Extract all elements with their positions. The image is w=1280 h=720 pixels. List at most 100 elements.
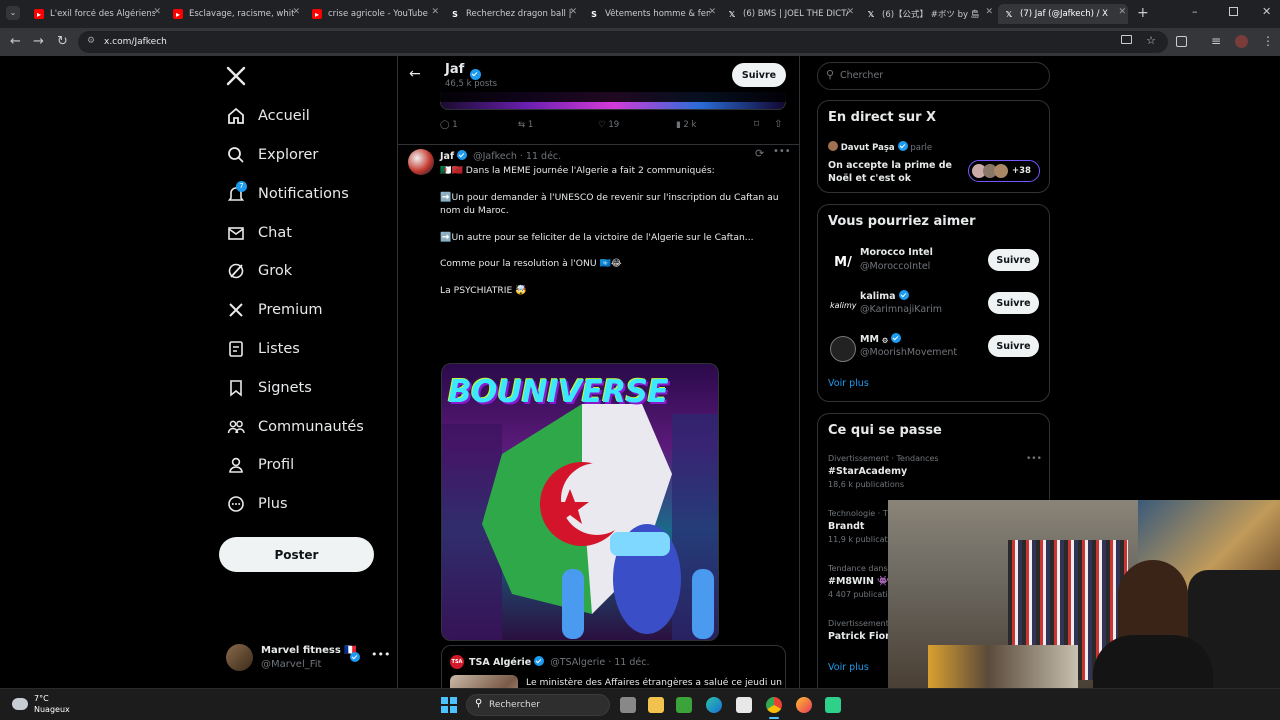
sidebar-item-signets[interactable]: Signets [227,374,312,402]
browser-tab[interactable]: S Recherchez dragon ball | ✕ [444,4,579,24]
trend-item[interactable]: Divertissement · Tendances #StarAcademy 18… [828,454,1023,502]
follow-label: Suivre [996,340,1031,352]
app-icon[interactable] [825,697,841,713]
suggestions-more-link[interactable]: Voir plus [828,378,869,389]
store-icon[interactable] [736,697,752,713]
close-tab-icon[interactable]: ✕ [431,7,439,17]
trend-meta: Divertissement · Tendances [828,454,939,463]
close-tab-icon[interactable]: ✕ [846,7,854,17]
browser-tab[interactable]: 𝕏 (7) Jaf (@Jafkech) / X ✕ [998,4,1128,24]
suggestion-row[interactable]: kalimy kalima @KarimnajiKarim Suivre [818,288,1049,324]
browser-tab[interactable]: 𝕏 (6) BMS | JOEL THE DICTA ✕ [721,4,856,24]
view-count: 2 k [683,120,697,130]
tweet-author-name[interactable]: Jaf [440,151,454,162]
star-icon[interactable]: ☆ [1146,34,1156,47]
browser-tab[interactable]: ▸ crise agricole - YouTube ✕ [306,4,441,24]
suggestion-handle: @MoroccoIntel [860,261,931,272]
site-info-icon[interactable]: ⚙ [87,36,95,46]
bell-icon: 7 [227,181,247,203]
reply-icon[interactable]: ◯ 1 [440,120,458,130]
suggestion-follow-button[interactable]: Suivre [988,292,1039,314]
sidebar-item-label: Explorer [258,147,319,163]
new-tab-button[interactable]: + [1137,5,1149,21]
suggestion-row[interactable]: MM ۞ @MoorishMovement Suivre [818,331,1049,367]
sidebar-item-grok[interactable]: Grok [227,257,292,285]
live-host[interactable]: Davut Paşa parle [828,141,932,153]
extensions-icon[interactable] [1176,36,1187,47]
sidebar-item-listes[interactable]: Listes [227,335,300,363]
sidebar-item-explorer[interactable]: Explorer [227,141,318,169]
bookmark-icon[interactable]: ⌑ [754,119,759,130]
close-tab-icon[interactable]: ✕ [1118,7,1126,17]
suggestion-row[interactable]: M/Morocco Intel @MoroccoIntel Suivre [818,245,1049,281]
close-tab-icon[interactable]: ✕ [292,7,300,17]
suggestion-follow-button[interactable]: Suivre [988,249,1039,271]
close-tab-icon[interactable]: ✕ [985,7,993,17]
media-icon[interactable]: ≡ [1211,34,1221,48]
file-explorer-icon[interactable] [648,697,664,713]
profile-avatar-icon[interactable] [1235,35,1248,48]
like-icon[interactable]: ♡ 19 [598,120,619,130]
reload-icon[interactable]: ↻ [57,34,68,49]
tweet-more-icon[interactable]: ••• [773,146,791,157]
address-bar[interactable]: ⚙ x.com/Jafkech ☆ [78,31,1168,53]
suggestion-name-wrap: MM ۞ [860,333,901,345]
browser-tab[interactable]: ▸ L'exil forcé des Algériens ✕ [28,4,163,24]
tweet-date[interactable]: · 11 déc. [520,151,561,162]
browser-tab[interactable]: S Vêtements homme & fem ✕ [583,4,718,24]
header-follow-button[interactable]: Suivre [732,63,786,87]
suggestion-name-wrap: Morocco Intel [860,247,933,258]
tweet-avatar[interactable] [408,149,434,175]
sidebar-item-chat[interactable]: Chat [227,219,292,247]
post-button[interactable]: Poster [219,537,374,572]
back-icon[interactable]: ← [10,34,21,49]
close-window-button[interactable]: ✕ [1262,5,1271,18]
browser-tab[interactable]: ▸ Esclavage, racisme, white ✕ [167,4,302,24]
chrome-icon[interactable] [766,697,782,713]
tweet-author-handle[interactable]: @Jafkech [473,151,517,162]
tab-list-dropdown[interactable]: ⌄ [6,6,20,20]
back-arrow-icon[interactable]: ← [409,66,421,82]
start-icon[interactable] [441,697,457,713]
live-text[interactable]: On accepte la prime de Noël et c'est ok [828,159,953,185]
close-tab-icon[interactable]: ✕ [153,7,161,17]
close-tab-icon[interactable]: ✕ [708,7,716,17]
search-box[interactable]: ⚲ Chercher [817,62,1050,90]
taskbar-search[interactable]: ⚲ Rechercher [466,694,610,716]
forward-icon[interactable]: → [33,34,44,49]
account-switcher[interactable]: Marvel fitness 🇫🇷 @Marvel_Fit ••• [226,642,390,674]
os-taskbar: 7°C Nuageux ⚲ Rechercher [0,688,1280,720]
x-logo-icon[interactable] [226,66,246,86]
cast-icon[interactable] [1121,35,1132,44]
sidebar-item-accueil[interactable]: Accueil [227,102,310,130]
tweet[interactable]: Jaf @Jafkech · 11 déc. ⟳ ••• 🇩🇿🇲🇦 Dans l… [398,145,799,688]
task-view-icon[interactable] [620,697,636,713]
sidebar-item-profil[interactable]: Profil [227,451,294,479]
trend-more-icon[interactable]: ••• [1026,454,1042,464]
repost-icon[interactable]: ⇆ 1 [518,120,533,130]
edge-icon[interactable] [706,697,722,713]
more-dots-icon[interactable]: ••• [371,648,390,661]
close-tab-icon[interactable]: ✕ [569,7,577,17]
sidebar-item-label: Premium [258,302,323,318]
weather-icon[interactable] [12,698,28,710]
x-icon: 𝕏 [1005,9,1013,19]
suggestion-follow-button[interactable]: Suivre [988,335,1039,357]
sidebar-item-premium[interactable]: Premium [227,296,323,324]
firefox-icon[interactable] [796,697,812,713]
grok-icon[interactable]: ⟳ [755,147,764,160]
quoted-tweet[interactable]: TSA TSA Algérie @TSAlgerie · 11 déc. Le … [441,645,786,688]
views-icon[interactable]: ▮ 2 k [676,120,696,130]
tweet-image[interactable]: BOUNIVERSE [441,363,719,641]
browser-tab[interactable]: 𝕏 (6)【公式】 #ボツ by 島 ✕ [860,4,995,24]
live-participants[interactable]: +38 [968,160,1040,182]
browser-menu-icon[interactable]: ⋮ [1262,34,1274,48]
sidebar-item-communautés[interactable]: Communautés [227,413,364,441]
minimize-button[interactable]: – [1192,5,1198,18]
sidebar-item-plus[interactable]: Plus [227,490,288,518]
restore-button[interactable] [1229,7,1238,16]
sidebar-item-notifications[interactable]: 7 Notifications [227,180,349,208]
xbox-icon[interactable] [676,697,692,713]
share-icon[interactable]: ⇧ [774,119,782,130]
sidebar-item-label: Signets [258,380,312,396]
